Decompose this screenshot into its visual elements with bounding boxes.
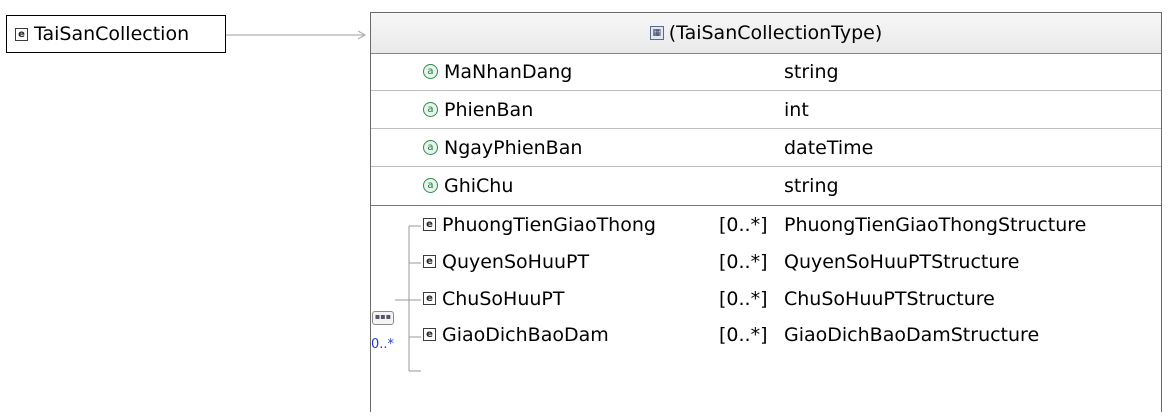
child-element-type: PhuongTienGiaoThongStructure [784, 213, 1087, 236]
attribute-type: string [784, 174, 839, 197]
attribute-row[interactable]: a PhienBan int [371, 90, 1161, 128]
child-element-name: PhuongTienGiaoThong [442, 213, 656, 236]
child-multiplicity: [0..*] [719, 250, 768, 273]
root-element-label: TaiSanCollection [34, 23, 190, 45]
attribute-icon: a [423, 102, 438, 117]
child-element-type: GiaoDichBaoDamStructure [784, 323, 1040, 346]
element-icon: e [15, 27, 28, 41]
attribute-type: int [784, 98, 809, 121]
attribute-name: NgayPhienBan [444, 136, 583, 159]
complex-type-header: ▦ (TaiSanCollectionType) [371, 13, 1161, 54]
attribute-list: a MaNhanDang string a PhienBan int a Nga… [371, 53, 1161, 204]
child-element-name: ChuSoHuuPT [442, 287, 565, 310]
attribute-name: PhienBan [444, 98, 534, 121]
element-icon: e [423, 292, 436, 305]
child-element-row[interactable]: e QuyenSoHuuPT [0..*] QuyenSoHuuPTStruct… [371, 243, 1161, 280]
child-element-row[interactable]: e GiaoDichBaoDam [0..*] GiaoDichBaoDamSt… [371, 316, 1161, 353]
element-icon: e [423, 255, 436, 268]
attribute-name: MaNhanDang [444, 60, 573, 83]
attribute-row[interactable]: a MaNhanDang string [371, 53, 1161, 90]
child-element-type: ChuSoHuuPTStructure [784, 287, 995, 310]
root-element[interactable]: e TaiSanCollection [6, 15, 226, 53]
child-multiplicity: [0..*] [719, 213, 768, 236]
element-icon: e [423, 218, 436, 231]
element-icon: e [423, 328, 436, 341]
complex-type-title: (TaiSanCollectionType) [668, 22, 883, 44]
child-multiplicity: [0..*] [719, 323, 768, 346]
child-element-type: QuyenSoHuuPTStructure [784, 250, 1020, 273]
attribute-type: string [784, 60, 839, 83]
complex-type-box[interactable]: ▦ (TaiSanCollectionType) a MaNhanDang st… [370, 12, 1162, 412]
child-element-row[interactable]: e ChuSoHuuPT [0..*] ChuSoHuuPTStructure [371, 280, 1161, 317]
child-element-row[interactable]: e PhuongTienGiaoThong [0..*] PhuongTienG… [371, 206, 1161, 243]
attribute-row[interactable]: a GhiChu string [371, 166, 1161, 204]
child-multiplicity: [0..*] [719, 287, 768, 310]
attribute-icon: a [423, 64, 438, 79]
child-element-name: QuyenSoHuuPT [442, 250, 590, 273]
child-element-name: GiaoDichBaoDam [442, 323, 609, 346]
complex-type-icon: ▦ [649, 26, 664, 40]
attribute-row[interactable]: a NgayPhienBan dateTime [371, 128, 1161, 166]
attribute-type: dateTime [784, 136, 874, 159]
attribute-icon: a [423, 178, 438, 193]
attribute-name: GhiChu [444, 174, 514, 197]
attribute-icon: a [423, 140, 438, 155]
connector-arrow [226, 30, 367, 40]
